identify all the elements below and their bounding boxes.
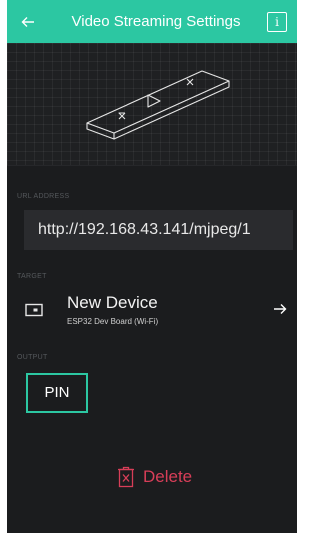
output-section-label: OUTPUT: [17, 354, 48, 361]
divider: [7, 165, 297, 166]
widget-illustration: [7, 43, 297, 165]
arrow-right-icon: [274, 304, 287, 314]
pin-button[interactable]: PIN: [26, 373, 88, 413]
settings-screen: Video Streaming Settings i URL ADDRESS h…: [7, 0, 297, 533]
url-input[interactable]: http://192.168.43.141/mjpeg/1: [24, 210, 293, 250]
info-icon[interactable]: i: [267, 11, 287, 32]
delete-label: Delete: [143, 467, 193, 486]
device-icon: [25, 303, 43, 317]
target-device-row[interactable]: New Device ESP32 Dev Board (Wi-Fi): [7, 285, 297, 345]
arrow-left-icon: [21, 16, 34, 27]
remote-illustration: [86, 70, 230, 140]
device-board-type: ESP32 Dev Board (Wi-Fi): [67, 317, 159, 326]
page-title: Video Streaming Settings: [71, 13, 241, 30]
header-bar: Video Streaming Settings i: [7, 0, 297, 43]
device-name: New Device: [67, 293, 158, 312]
delete-button[interactable]: Delete: [117, 464, 192, 490]
trash-icon: [118, 466, 134, 488]
back-button[interactable]: [7, 0, 49, 43]
target-section-label: TARGET: [17, 273, 47, 280]
url-section-label: URL ADDRESS: [17, 193, 70, 200]
